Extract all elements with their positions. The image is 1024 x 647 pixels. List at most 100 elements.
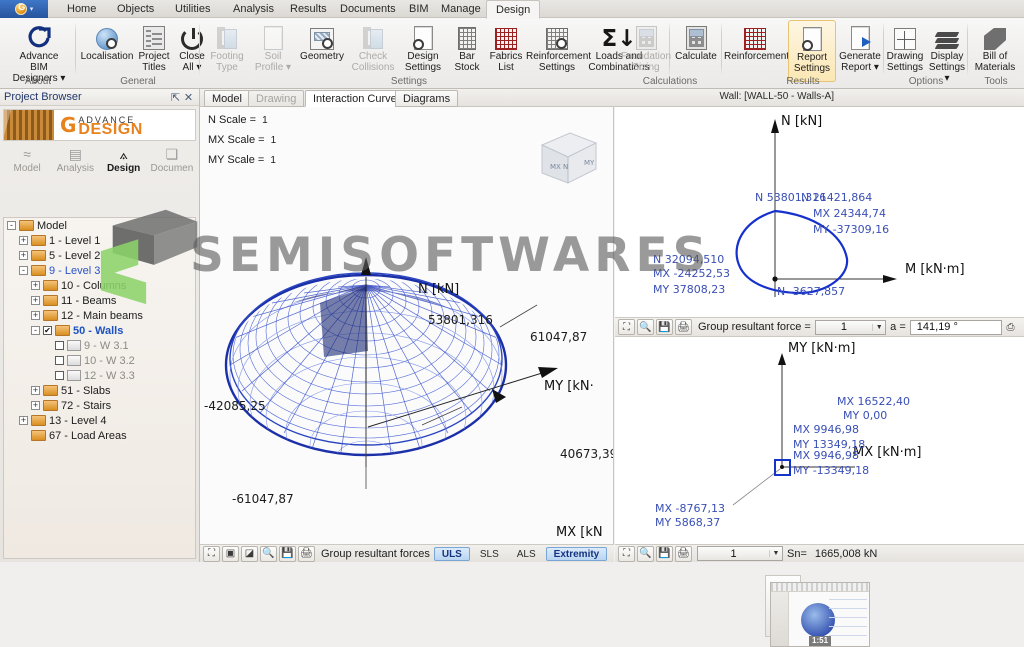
zoom-extents-icon[interactable]: ⛶: [618, 545, 635, 562]
ribbon-tab-analysis[interactable]: Analysis: [224, 0, 283, 18]
tree-expander-icon[interactable]: -: [7, 221, 16, 230]
design-settings-button[interactable]: Design Settings: [398, 20, 448, 73]
calculate-button[interactable]: Calculate: [672, 20, 720, 62]
browser-tab-documents[interactable]: ❏ Documen: [148, 145, 196, 179]
save-view-icon[interactable]: 💾: [656, 545, 673, 562]
tree-expander-icon[interactable]: +: [31, 311, 40, 320]
render-icon[interactable]: ▣: [222, 545, 239, 562]
tree-expander-icon[interactable]: +: [19, 416, 28, 425]
tree-item[interactable]: +5 - Level 2: [4, 248, 195, 263]
close-icon[interactable]: ✕: [182, 91, 195, 104]
tree-expander-icon[interactable]: +: [31, 296, 40, 305]
ribbon-tab-objects[interactable]: Objects: [108, 0, 163, 18]
tree-item[interactable]: 10 - W 3.2: [4, 353, 195, 368]
folder-icon: [31, 235, 46, 246]
alpha-input[interactable]: 141,19 °: [909, 319, 1002, 335]
export-icon[interactable]: ⎙: [1002, 319, 1019, 335]
browser-tab-analysis[interactable]: ▤ Analysis: [51, 145, 99, 179]
selected-point-marker[interactable]: [774, 459, 791, 476]
tree-item[interactable]: +11 - Beams: [4, 293, 195, 308]
reinforcement-settings-button[interactable]: Reinforcement Settings: [526, 20, 591, 73]
bar-stock-button[interactable]: Bar Stock: [448, 20, 486, 73]
tree-checkbox[interactable]: ✔: [43, 326, 52, 335]
tree-checkbox[interactable]: [55, 356, 64, 365]
interaction-surface-viewport[interactable]: N Scale = 1 MX Scale = 1 MY Scale = 1 MX…: [200, 107, 614, 544]
toggle-extremity[interactable]: Extremity: [545, 546, 608, 561]
app-menu-button[interactable]: ▾: [0, 0, 48, 18]
tree-item[interactable]: - ✔ 50 - Walls: [4, 323, 195, 338]
tree-checkbox[interactable]: [55, 341, 64, 350]
zoom-extents-icon[interactable]: ⛶: [203, 545, 220, 562]
chevron-down-icon[interactable]: ▼: [769, 550, 782, 557]
tab-model[interactable]: Model: [204, 90, 250, 107]
toggle-sls[interactable]: SLS: [472, 547, 507, 561]
ribbon-tab-documents[interactable]: Documents: [331, 0, 405, 18]
tree-expander-icon[interactable]: +: [19, 236, 28, 245]
soil-profile-button[interactable]: Soil Profile ▾: [250, 20, 296, 73]
footing-type-button[interactable]: Footing Type: [204, 20, 250, 73]
project-titles-button[interactable]: Project Titles: [134, 20, 174, 73]
group-resultant-force-select[interactable]: 1 ▼: [814, 319, 887, 335]
tree-item[interactable]: +51 - Slabs: [4, 383, 195, 398]
chevron-down-icon[interactable]: ▼: [872, 323, 885, 331]
print-icon[interactable]: 🖨: [675, 319, 692, 335]
localisation-button[interactable]: Localisation: [80, 20, 134, 62]
report-settings-button[interactable]: Report Settings: [788, 20, 836, 82]
tree-item[interactable]: +13 - Level 4: [4, 413, 195, 428]
tree-expander-icon[interactable]: +: [31, 401, 40, 410]
project-tree[interactable]: - Model +1 - Level 1 +5 - Level 2-9 - Level…: [3, 217, 196, 559]
chevron-down-icon[interactable]: ▾: [30, 5, 34, 13]
save-view-icon[interactable]: 💾: [279, 545, 296, 562]
tree-checkbox[interactable]: [55, 371, 64, 380]
print-icon[interactable]: 🖨: [298, 545, 315, 562]
tree-item[interactable]: +1 - Level 1: [4, 233, 195, 248]
browser-tab-model[interactable]: ≈ Model: [3, 145, 51, 179]
tree-expander-icon[interactable]: -: [19, 266, 28, 275]
tab-diagrams[interactable]: Diagrams: [395, 90, 459, 107]
geometry-button[interactable]: Geometry: [296, 20, 348, 62]
ribbon-tab-utilities[interactable]: Utilities: [166, 0, 219, 18]
zoom-window-icon[interactable]: 🔍: [637, 319, 654, 335]
ribbon-tab-results[interactable]: Results: [281, 0, 336, 18]
save-view-icon[interactable]: 💾: [656, 319, 673, 335]
tree-item[interactable]: +10 - Columns: [4, 278, 195, 293]
tree-item[interactable]: +72 - Stairs: [4, 398, 195, 413]
drawing-settings-button[interactable]: Drawing Settings: [884, 20, 926, 73]
zoom-window-icon[interactable]: 🔍: [260, 545, 277, 562]
toggle-uls[interactable]: ULS: [433, 546, 470, 561]
zoom-extents-icon[interactable]: ⛶: [618, 319, 635, 335]
tab-drawing[interactable]: Drawing: [248, 90, 305, 107]
advance-bim-designers-button[interactable]: Advance BIM Designers ▾: [10, 20, 68, 84]
reinforcement-button[interactable]: Reinforcement: [724, 20, 789, 62]
tree-item[interactable]: 9 - W 3.1: [4, 338, 195, 353]
browser-tab-design[interactable]: ⟑ Design: [100, 145, 148, 179]
ribbon-tab-manage[interactable]: Manage: [432, 0, 490, 18]
tree-item[interactable]: 12 - W 3.3: [4, 368, 195, 383]
tree-expander-icon[interactable]: +: [31, 281, 40, 290]
report-thumbnail-preview[interactable]: 1:51: [770, 582, 870, 647]
tree-item[interactable]: +12 - Main beams: [4, 308, 195, 323]
mxmy-interaction-chart[interactable]: MY [kN·m] MX [kN·m] MX 16522,40 MY 0,00 …: [615, 337, 1024, 647]
tree-item[interactable]: - 9 - Level 3: [4, 263, 195, 278]
check-collisions-button[interactable]: Check Collisions: [348, 20, 398, 73]
toggle-als[interactable]: ALS: [509, 547, 544, 561]
nm-interaction-chart[interactable]: N [kN] M [kN·m] N 53801,316 N 21421,864 …: [615, 107, 1024, 317]
generate-report-button[interactable]: Generate Report ▾: [836, 20, 884, 73]
zoom-window-icon[interactable]: 🔍: [637, 545, 654, 562]
ribbon-tab-design[interactable]: Design: [486, 0, 541, 19]
tree-expander-icon[interactable]: +: [19, 251, 28, 260]
ribbon-tab-home[interactable]: Home: [58, 0, 105, 18]
tree-expander-icon[interactable]: -: [31, 326, 40, 335]
tree-expander-icon[interactable]: +: [31, 386, 40, 395]
tree-item[interactable]: - Model: [4, 218, 195, 233]
bill-of-materials-button[interactable]: Bill of Materials: [969, 20, 1021, 73]
shade-icon[interactable]: ◪: [241, 545, 258, 562]
foundation-sizing-button[interactable]: Foundation Sizing: [620, 20, 672, 73]
pin-icon[interactable]: ⇱: [169, 91, 182, 104]
print-icon[interactable]: 🖨: [675, 545, 692, 562]
tree-item[interactable]: 67 - Load Areas: [4, 428, 195, 443]
display-settings-button[interactable]: Display Settings ▾: [926, 20, 968, 84]
fabrics-list-button[interactable]: Fabrics List: [486, 20, 526, 73]
soil-profile-icon: [250, 20, 296, 50]
right-group-select[interactable]: 1 ▼: [697, 546, 783, 561]
